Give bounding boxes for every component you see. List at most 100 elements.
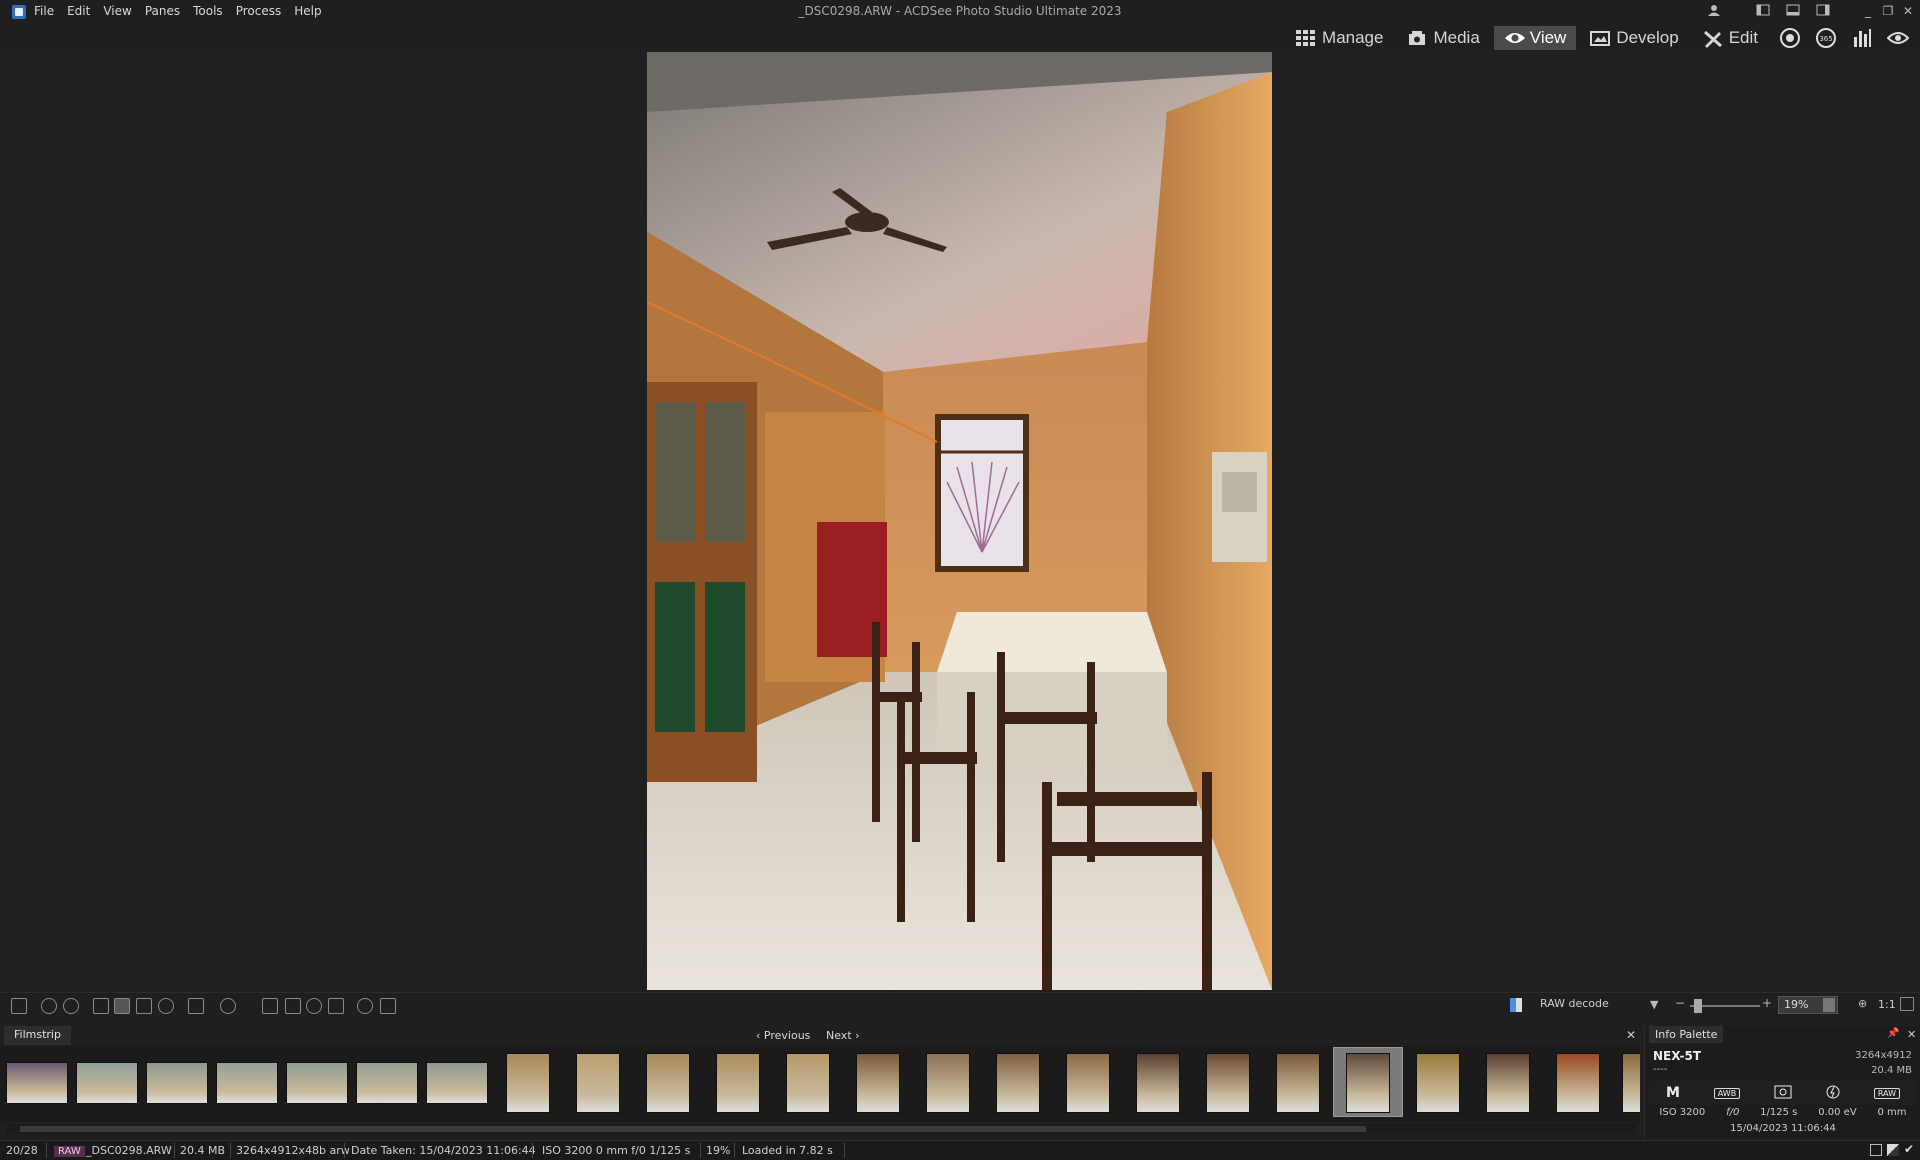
- lens-info: ----: [1653, 1064, 1668, 1075]
- filmstrip-thumbnail[interactable]: [1206, 1053, 1250, 1113]
- status-check-icon[interactable]: ✔: [1904, 1142, 1914, 1156]
- left-pane-toggle-icon[interactable]: [1755, 3, 1771, 19]
- close-icon[interactable]: ✕: [1900, 3, 1916, 19]
- iso-value: ISO 3200: [1659, 1107, 1706, 1118]
- decode-dropdown-icon[interactable]: ▼: [1650, 998, 1658, 1011]
- filmstrip-thumbnail[interactable]: [856, 1053, 900, 1113]
- mode-develop[interactable]: Develop: [1580, 26, 1688, 50]
- dashboard-icon[interactable]: [1776, 26, 1804, 50]
- slideshow-icon[interactable]: [357, 998, 373, 1014]
- bottom-pane-toggle-icon[interactable]: [1785, 3, 1801, 19]
- filmstrip-header: Filmstrip ‹ Previous Next › ✕: [0, 1026, 1640, 1045]
- mode-edit[interactable]: Edit: [1693, 26, 1768, 50]
- more-tools-icon[interactable]: [380, 998, 396, 1014]
- mode-manage[interactable]: Manage: [1286, 26, 1393, 50]
- next-button[interactable]: Next ›: [826, 1029, 860, 1042]
- mode-view-label: View: [1529, 28, 1567, 47]
- filmstrip-title: Filmstrip: [4, 1026, 71, 1045]
- save-icon[interactable]: [11, 998, 27, 1014]
- develop-icon: [1590, 30, 1611, 46]
- zoom-tool-icon[interactable]: [158, 998, 174, 1014]
- filmstrip-thumbnail[interactable]: [646, 1053, 690, 1113]
- filmstrip-thumbnail[interactable]: [1556, 1053, 1600, 1113]
- crop-icon[interactable]: [93, 998, 109, 1014]
- settings-gear-icon[interactable]: [220, 998, 236, 1014]
- exposure-mode: M: [1665, 1085, 1680, 1101]
- select-icon[interactable]: [136, 998, 152, 1014]
- filmstrip-thumbnail[interactable]: [216, 1062, 278, 1104]
- filmstrip-thumbnail[interactable]: [1416, 1053, 1460, 1113]
- filmstrip-close-icon[interactable]: ✕: [1626, 1028, 1636, 1042]
- previous-button[interactable]: ‹ Previous: [756, 1029, 810, 1042]
- status-view-icon[interactable]: [1870, 1144, 1882, 1156]
- zoom-in-icon[interactable]: +: [1762, 996, 1772, 1010]
- menu-view[interactable]: View: [103, 4, 140, 18]
- filmstrip-thumbnail[interactable]: [426, 1062, 488, 1104]
- camera-model: NEX-5T: [1653, 1049, 1702, 1063]
- eye-toggle-icon[interactable]: [1884, 26, 1912, 50]
- zoom-level-select[interactable]: 19%: [1778, 996, 1838, 1014]
- zoom-fit-icon[interactable]: ⊕: [1858, 997, 1867, 1010]
- filmstrip-thumbnail[interactable]: [76, 1062, 138, 1104]
- filmstrip-thumbnail[interactable]: [6, 1062, 68, 1104]
- mode-media[interactable]: Media: [1397, 26, 1489, 50]
- filmstrip-thumbnail[interactable]: [506, 1053, 550, 1113]
- filmstrip-thumbnail[interactable]: [926, 1053, 970, 1113]
- right-pane-toggle-icon[interactable]: [1815, 3, 1831, 19]
- histogram-icon[interactable]: [1848, 26, 1876, 50]
- menu-help[interactable]: Help: [294, 4, 330, 18]
- status-contrast-icon[interactable]: [1887, 1144, 1899, 1156]
- status-load-time: Loaded in 7.82 s: [742, 1144, 833, 1157]
- filmstrip-thumbnail[interactable]: [1276, 1053, 1320, 1113]
- compare-icon[interactable]: [262, 998, 278, 1014]
- restore-icon[interactable]: ❐: [1880, 3, 1896, 19]
- info-file-size: 20.4 MB: [1871, 1065, 1912, 1076]
- 365-icon[interactable]: 365: [1812, 26, 1840, 50]
- minimize-icon[interactable]: _: [1860, 3, 1876, 19]
- account-icon[interactable]: [1706, 3, 1722, 19]
- filmstrip-thumbnail[interactable]: [1066, 1053, 1110, 1113]
- zoom-ratio-button[interactable]: 1:1: [1878, 998, 1896, 1011]
- image-dimensions: 3264x4912: [1855, 1050, 1912, 1061]
- filmstrip-thumbnail[interactable]: [716, 1053, 760, 1113]
- status-exif: ISO 3200 0 mm f/0 1/125 s: [542, 1144, 691, 1157]
- filmstrip-thumbnail[interactable]: [1136, 1053, 1180, 1113]
- filmstrip-thumbnail[interactable]: [1346, 1053, 1390, 1113]
- filmstrip-thumbnail[interactable]: [576, 1053, 620, 1113]
- filmstrip-thumbnail[interactable]: [996, 1053, 1040, 1113]
- menu-edit[interactable]: Edit: [67, 4, 99, 18]
- previous-label: Previous: [763, 1029, 811, 1042]
- menu-file[interactable]: File: [34, 4, 63, 18]
- rotate-right-icon[interactable]: [63, 998, 79, 1014]
- fullscreen-icon[interactable]: [188, 998, 204, 1014]
- filmstrip-thumbnail[interactable]: [356, 1062, 418, 1104]
- menu-tools[interactable]: Tools: [193, 4, 232, 18]
- filmstrip-thumbnail[interactable]: [1486, 1053, 1530, 1113]
- filmstrip-thumbnail[interactable]: [286, 1062, 348, 1104]
- adjust-icon[interactable]: [285, 998, 301, 1014]
- mode-view[interactable]: View: [1493, 26, 1577, 50]
- pin-icon[interactable]: 📌: [1887, 1028, 1899, 1039]
- image-viewer[interactable]: [0, 52, 1920, 990]
- svg-text:365: 365: [1819, 35, 1832, 43]
- sharpen-icon[interactable]: [328, 998, 344, 1014]
- raw-badge: RAW: [54, 1144, 85, 1157]
- raw-decode-icon[interactable]: [1510, 998, 1522, 1012]
- rotate-left-icon[interactable]: [41, 998, 57, 1014]
- filmstrip-thumbnail[interactable]: [146, 1062, 208, 1104]
- zoom-out-icon[interactable]: −: [1675, 996, 1685, 1010]
- info-palette-header: Info Palette 📌 ✕: [1645, 1026, 1920, 1045]
- filmstrip-thumbnail[interactable]: [786, 1053, 830, 1113]
- filmstrip-thumbnail[interactable]: [1622, 1053, 1640, 1113]
- raw-badge-label: RAW: [54, 1146, 85, 1157]
- pan-hand-icon[interactable]: [114, 998, 130, 1014]
- menu-panes[interactable]: Panes: [145, 4, 189, 18]
- zoom-slider-thumb[interactable]: [1694, 999, 1702, 1013]
- info-close-icon[interactable]: ✕: [1907, 1028, 1916, 1041]
- filmstrip-scroll-thumb[interactable]: [20, 1126, 1366, 1132]
- expand-icon[interactable]: [1900, 997, 1914, 1011]
- chevron-down-icon[interactable]: [1823, 998, 1835, 1012]
- menu-process[interactable]: Process: [236, 4, 291, 18]
- color-icon[interactable]: [306, 998, 322, 1014]
- filmstrip-scrollbar[interactable]: [6, 1124, 1636, 1134]
